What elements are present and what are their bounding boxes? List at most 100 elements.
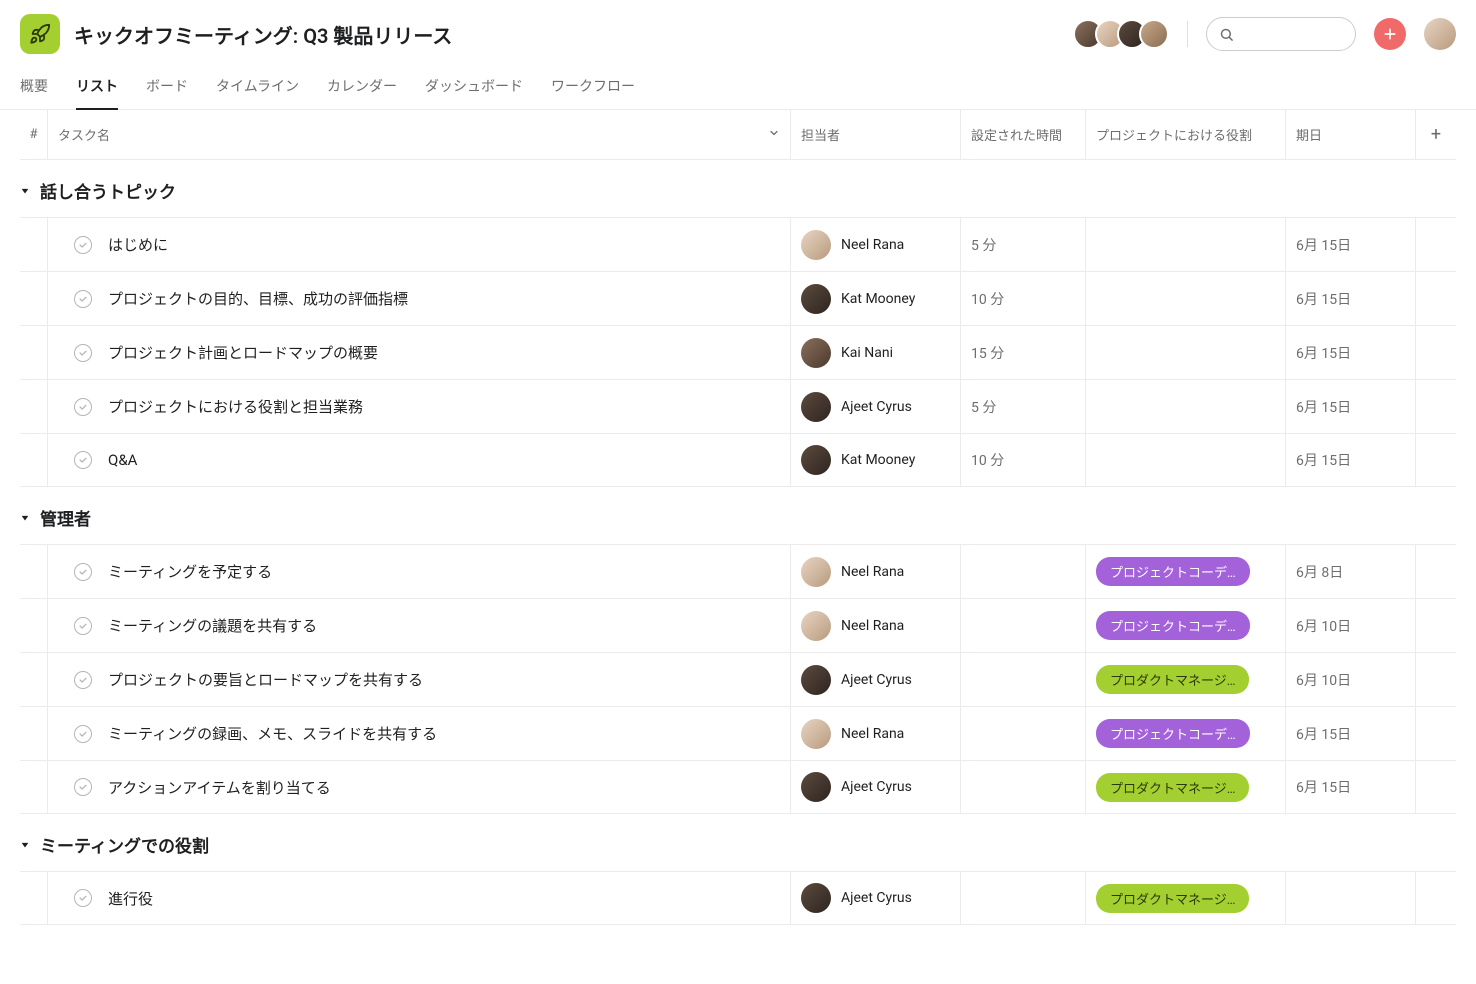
task-complete-checkbox[interactable] [74,344,92,362]
tab-ダッシュボード[interactable]: ダッシュボード [425,68,523,110]
role-pill[interactable]: プロダクトマネージ… [1096,884,1249,913]
add-button[interactable] [1374,18,1406,50]
task-name-cell[interactable]: プロジェクトの要旨とロードマップを共有する [48,653,791,706]
tab-カレンダー[interactable]: カレンダー [327,68,397,110]
project-members[interactable] [1073,19,1169,49]
tab-概要[interactable]: 概要 [20,68,48,110]
assignee-avatar[interactable] [801,445,831,475]
assignee-avatar[interactable] [801,883,831,913]
current-user-avatar[interactable] [1424,18,1456,50]
role-pill[interactable]: プロジェクトコーデ… [1096,719,1250,748]
task-row[interactable]: プロジェクトの目的、目標、成功の評価指標Kat Mooney10 分6月 15日 [20,271,1456,325]
task-complete-checkbox[interactable] [74,451,92,469]
task-row[interactable]: ミーティングの録画、メモ、スライドを共有するNeel Ranaプロジェクトコーデ… [20,706,1456,760]
date-cell[interactable]: 6月 10日 [1286,599,1416,652]
assignee-cell[interactable]: Neel Rana [791,707,961,760]
time-cell[interactable]: 10 分 [961,434,1086,486]
assignee-avatar[interactable] [801,557,831,587]
task-name-cell[interactable]: プロジェクトの目的、目標、成功の評価指標 [48,272,791,325]
task-row[interactable]: プロジェクトにおける役割と担当業務Ajeet Cyrus5 分 6月 15日 [20,379,1456,433]
task-complete-checkbox[interactable] [74,671,92,689]
role-cell[interactable]: プロジェクトコーデ… [1086,599,1286,652]
assignee-avatar[interactable] [801,392,831,422]
role-pill[interactable]: プロジェクトコーデ… [1096,557,1250,586]
time-cell[interactable] [961,545,1086,598]
assignee-cell[interactable]: Neel Rana [791,599,961,652]
task-name-cell[interactable]: ミーティングの議題を共有する [48,599,791,652]
role-cell[interactable]: プロジェクトコーデ… [1086,707,1286,760]
role-cell[interactable]: プロダクトマネージ… [1086,761,1286,813]
section-collapse-icon[interactable] [20,186,30,196]
section-header[interactable]: ミーティングでの役割 [20,814,1456,871]
task-name-cell[interactable]: アクションアイテムを割り当てる [48,761,791,813]
column-taskname[interactable]: タスク名 [48,110,791,159]
tab-タイムライン[interactable]: タイムライン [216,68,299,110]
time-cell[interactable]: 15 分 [961,326,1086,379]
date-cell[interactable]: 6月 15日 [1286,272,1416,325]
time-cell[interactable]: 5 分 [961,380,1086,433]
assignee-avatar[interactable] [801,665,831,695]
role-cell[interactable]: プロダクトマネージ… [1086,653,1286,706]
role-cell[interactable]: プロジェクトコーデ… [1086,545,1286,598]
project-icon[interactable] [20,14,60,54]
task-name-cell[interactable]: ミーティングを予定する [48,545,791,598]
assignee-avatar[interactable] [801,230,831,260]
task-row[interactable]: はじめにNeel Rana5 分6月 15日 [20,217,1456,271]
task-row[interactable]: アクションアイテムを割り当てるAjeet Cyrus プロダクトマネージ… 6月 1… [20,760,1456,814]
section-header[interactable]: 話し合うトピック [20,160,1456,217]
task-complete-checkbox[interactable] [74,889,92,907]
date-cell[interactable]: 6月 15日 [1286,218,1416,271]
task-row[interactable]: ミーティングを予定するNeel Rana プロジェクトコーデ… 6月 8日 [20,544,1456,598]
task-row[interactable]: ミーティングの議題を共有するNeel Rana プロジェクトコーデ… 6月 10日 [20,598,1456,652]
date-cell[interactable]: 6月 15日 [1286,326,1416,379]
time-cell[interactable] [961,599,1086,652]
task-name-cell[interactable]: 進行役 [48,872,791,924]
task-row[interactable]: 進行役Ajeet Cyrus プロダクトマネージ… [20,871,1456,925]
date-cell[interactable]: 6月 15日 [1286,707,1416,760]
date-cell[interactable]: 6月 8日 [1286,545,1416,598]
tab-ワークフロー[interactable]: ワークフロー [551,68,635,110]
role-cell[interactable] [1086,272,1286,325]
task-complete-checkbox[interactable] [74,725,92,743]
role-cell[interactable] [1086,218,1286,271]
date-cell[interactable]: 6月 15日 [1286,380,1416,433]
column-date[interactable]: 期日 [1286,110,1416,159]
column-role[interactable]: プロジェクトにおける役割 [1086,110,1286,159]
role-cell[interactable]: プロダクトマネージ… [1086,872,1286,924]
role-pill[interactable]: プロダクトマネージ… [1096,665,1249,694]
assignee-avatar[interactable] [801,611,831,641]
column-time[interactable]: 設定された時間 [961,110,1086,159]
task-name-cell[interactable]: Q&A [48,434,791,486]
task-row[interactable]: プロジェクトの要旨とロードマップを共有するAjeet Cyrusプロダクトマネー… [20,652,1456,706]
chevron-down-icon[interactable] [768,127,780,143]
date-cell[interactable]: 6月 15日 [1286,761,1416,813]
assignee-avatar[interactable] [801,772,831,802]
time-cell[interactable] [961,707,1086,760]
tab-ボード[interactable]: ボード [146,68,188,110]
task-complete-checkbox[interactable] [74,778,92,796]
assignee-cell[interactable]: Ajeet Cyrus [791,380,961,433]
task-name-cell[interactable]: プロジェクト計画とロードマップの概要 [48,326,791,379]
task-complete-checkbox[interactable] [74,290,92,308]
date-cell[interactable] [1286,872,1416,924]
assignee-avatar[interactable] [801,719,831,749]
assignee-avatar[interactable] [801,338,831,368]
assignee-cell[interactable]: Ajeet Cyrus [791,872,961,924]
role-pill[interactable]: プロダクトマネージ… [1096,773,1249,802]
assignee-cell[interactable]: Neel Rana [791,218,961,271]
task-row[interactable]: プロジェクト計画とロードマップの概要Kai Nani15 分 6月 15日 [20,325,1456,379]
assignee-cell[interactable]: Neel Rana [791,545,961,598]
section-collapse-icon[interactable] [20,513,30,523]
time-cell[interactable]: 10 分 [961,272,1086,325]
task-complete-checkbox[interactable] [74,398,92,416]
date-cell[interactable]: 6月 10日 [1286,653,1416,706]
member-avatar[interactable] [1139,19,1169,49]
assignee-cell[interactable]: Ajeet Cyrus [791,761,961,813]
time-cell[interactable] [961,872,1086,924]
column-assignee[interactable]: 担当者 [791,110,961,159]
tab-リスト[interactable]: リスト [76,68,118,110]
task-complete-checkbox[interactable] [74,563,92,581]
assignee-cell[interactable]: Kai Nani [791,326,961,379]
role-pill[interactable]: プロジェクトコーデ… [1096,611,1250,640]
task-name-cell[interactable]: プロジェクトにおける役割と担当業務 [48,380,791,433]
